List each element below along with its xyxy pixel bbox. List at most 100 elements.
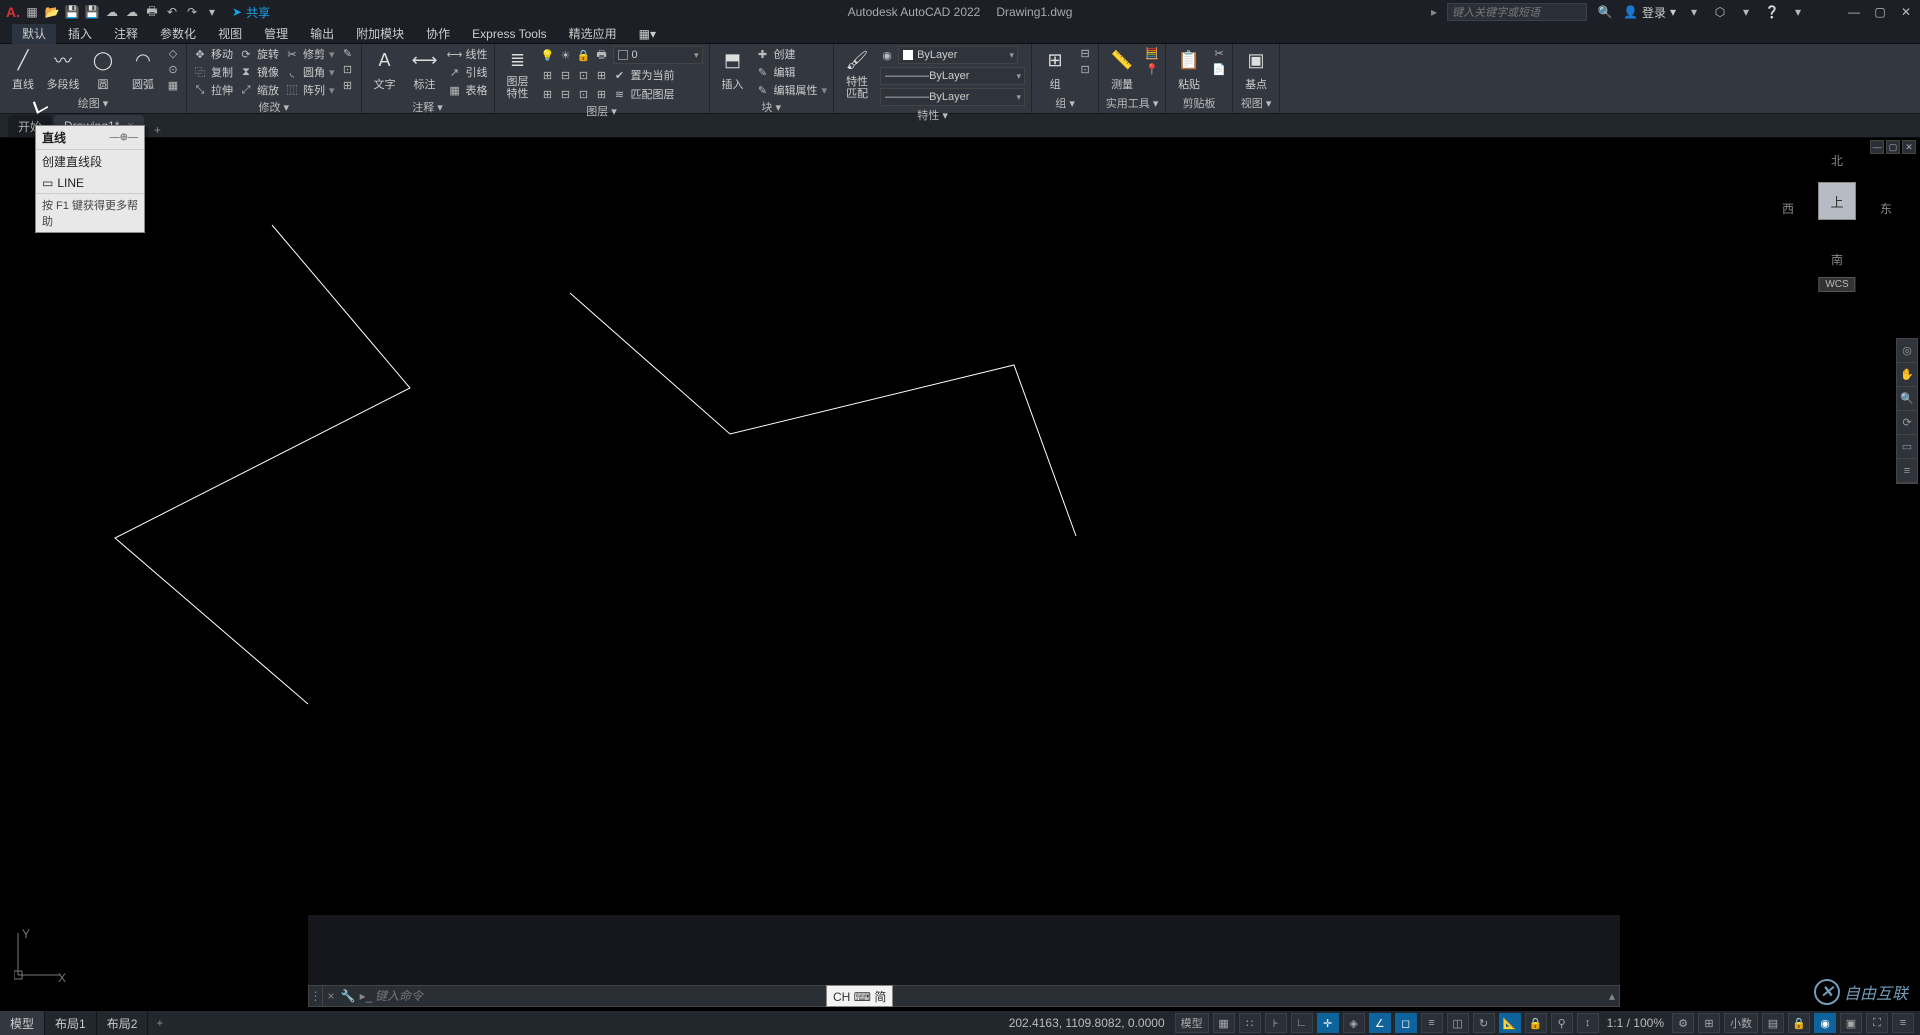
redo-icon[interactable]: ↷: [184, 4, 200, 20]
cmdline-wrench-icon[interactable]: 🔧: [339, 989, 357, 1003]
panel-groups-title[interactable]: 组 ▾: [1038, 94, 1092, 113]
panel-clipboard-title[interactable]: 剪贴板: [1172, 94, 1226, 113]
transparency-toggle[interactable]: ◫: [1447, 1013, 1469, 1033]
isolate-toggle[interactable]: ◉: [1814, 1013, 1836, 1033]
draw-misc-3[interactable]: ▦: [166, 78, 180, 92]
osnap-toggle[interactable]: ◻: [1395, 1013, 1417, 1033]
matchlayer-icon[interactable]: ≋: [613, 87, 627, 101]
color-icon[interactable]: ◉: [880, 48, 894, 62]
move-button[interactable]: ✥移动: [193, 46, 233, 62]
layout-model[interactable]: 模型: [0, 1011, 45, 1035]
exchange-icon[interactable]: ⬡: [1712, 4, 1728, 20]
login-button[interactable]: 👤 登录 ▾: [1623, 4, 1676, 21]
create-block-button[interactable]: ✚创建: [756, 46, 828, 62]
search-icon[interactable]: 🔍: [1597, 4, 1613, 20]
cmdline-close-icon[interactable]: ×: [323, 989, 339, 1003]
nav-more-icon[interactable]: ≡: [1897, 459, 1917, 483]
tab-addins[interactable]: 附加模块: [346, 23, 414, 44]
gear-icon[interactable]: ⚙: [1672, 1013, 1694, 1033]
openweb-icon[interactable]: ☁: [104, 4, 120, 20]
panel-modify-title[interactable]: 修改 ▾: [193, 98, 355, 117]
measure-button[interactable]: 📏测量: [1105, 46, 1139, 92]
nav-zoom-icon[interactable]: 🔍: [1897, 387, 1917, 411]
tab-view[interactable]: 视图: [208, 23, 252, 44]
command-input[interactable]: [375, 989, 1605, 1003]
modify-misc-2[interactable]: ⊡: [341, 62, 355, 76]
tab-express[interactable]: Express Tools: [462, 25, 556, 43]
tab-parametric[interactable]: 参数化: [150, 23, 206, 44]
layout-2[interactable]: 布局2: [97, 1011, 149, 1035]
fillet-button[interactable]: ◟圆角▾: [285, 64, 335, 80]
add-tab-button[interactable]: +: [146, 123, 169, 137]
cmdline-grip-icon[interactable]: ⋮: [309, 986, 323, 1006]
layer-tool-icon[interactable]: ⊞: [541, 68, 555, 82]
plot-layer-icon[interactable]: 🖶: [595, 48, 609, 62]
maximize-icon[interactable]: ▢: [1872, 4, 1888, 20]
nav-showmotion-icon[interactable]: ▭: [1897, 435, 1917, 459]
infocenter-caret-icon[interactable]: ▸: [1431, 5, 1437, 19]
save-icon[interactable]: 💾: [64, 4, 80, 20]
dim-button[interactable]: ⟷标注: [408, 46, 442, 92]
cmdline-up-icon[interactable]: ▴: [1605, 989, 1619, 1003]
copy-button[interactable]: ⿻复制: [193, 64, 233, 80]
bulb-icon[interactable]: 💡: [541, 48, 555, 62]
customize-icon[interactable]: ≡: [1892, 1013, 1914, 1033]
paste-button[interactable]: 📋粘贴: [1172, 46, 1206, 92]
app-logo-icon[interactable]: A.: [6, 4, 20, 20]
viewcube-west[interactable]: 西: [1782, 200, 1794, 217]
matchlayer-button[interactable]: 匹配图层: [631, 86, 675, 102]
otrack-toggle[interactable]: ∠: [1369, 1013, 1391, 1033]
add-layout-button[interactable]: +: [148, 1016, 171, 1030]
close-icon[interactable]: ✕: [1898, 4, 1914, 20]
scale-button[interactable]: ⤢缩放: [239, 82, 279, 98]
panel-layers-title[interactable]: 图层 ▾: [501, 102, 703, 121]
edit-block-button[interactable]: ✎编辑: [756, 64, 828, 80]
linear-dim-button[interactable]: ⟷线性: [448, 46, 488, 62]
zoom-scale[interactable]: 1:1 / 100%: [1603, 1016, 1668, 1030]
annomonitor-toggle[interactable]: 📐: [1499, 1013, 1521, 1033]
panel-block-title[interactable]: 块 ▾: [716, 98, 828, 117]
base-button[interactable]: ▣基点: [1239, 46, 1273, 92]
hardware-toggle[interactable]: ▣: [1840, 1013, 1862, 1033]
stretch-button[interactable]: ⤡拉伸: [193, 82, 233, 98]
chevron-down-icon[interactable]: ▾: [1790, 4, 1806, 20]
lockui-toggle[interactable]: 🔒: [1788, 1013, 1810, 1033]
cleanscreen-toggle[interactable]: ⛶: [1866, 1013, 1888, 1033]
infer-toggle[interactable]: ⊦: [1265, 1013, 1287, 1033]
viewcube-south[interactable]: 南: [1831, 251, 1843, 268]
array-button[interactable]: ⿲阵列▾: [285, 82, 335, 98]
tab-extra-icon[interactable]: ▦▾: [629, 25, 666, 43]
table-button[interactable]: ▦表格: [448, 82, 488, 98]
units-toggle[interactable]: 小数: [1724, 1013, 1758, 1033]
mirror-button[interactable]: ⧗镜像: [239, 64, 279, 80]
viewcube-top[interactable]: 上: [1818, 182, 1856, 220]
layer-props-button[interactable]: ≣图层 特性: [501, 46, 535, 100]
linetype-combo[interactable]: ———— ByLayer: [880, 88, 1025, 106]
setcurrent-icon[interactable]: ✔: [613, 68, 627, 82]
iso-toggle[interactable]: ◈: [1343, 1013, 1365, 1033]
search-input[interactable]: 键入关键字或短语: [1447, 3, 1587, 21]
modify-misc-3[interactable]: ⊞: [341, 78, 355, 92]
saveas-icon[interactable]: 💾: [84, 4, 100, 20]
tab-insert[interactable]: 插入: [58, 23, 102, 44]
sun-icon[interactable]: ☀: [559, 48, 573, 62]
layer-combo[interactable]: 0: [613, 46, 703, 64]
layout-1[interactable]: 布局1: [45, 1011, 97, 1035]
color-combo[interactable]: ByLayer: [898, 46, 1018, 64]
help-icon[interactable]: ❔: [1764, 4, 1780, 20]
ortho-toggle[interactable]: ∟: [1291, 1013, 1313, 1033]
snap-toggle[interactable]: ∷: [1239, 1013, 1261, 1033]
group-button[interactable]: ⊞组: [1038, 46, 1072, 92]
viewcube-north[interactable]: 北: [1831, 152, 1843, 169]
tab-output[interactable]: 输出: [300, 23, 344, 44]
chevron-down-icon[interactable]: ▾: [1738, 4, 1754, 20]
annoauto-toggle[interactable]: ↕: [1577, 1013, 1599, 1033]
autodesk-app-icon[interactable]: ▾: [1686, 4, 1702, 20]
drawing-canvas[interactable]: — ▢ ✕ 北 南 西 东 上 WCS ◎ ✋ 🔍 ⟳ ▭ ≡ Y X ⋮ × …: [0, 138, 1920, 1035]
lock-icon[interactable]: 🔒: [577, 48, 591, 62]
saveweb-icon[interactable]: ☁: [124, 4, 140, 20]
quickprops-toggle[interactable]: ▤: [1762, 1013, 1784, 1033]
line-button[interactable]: ╱直线: [6, 46, 40, 92]
annovisibility-toggle[interactable]: ⚲: [1551, 1013, 1573, 1033]
cycling-toggle[interactable]: ↻: [1473, 1013, 1495, 1033]
